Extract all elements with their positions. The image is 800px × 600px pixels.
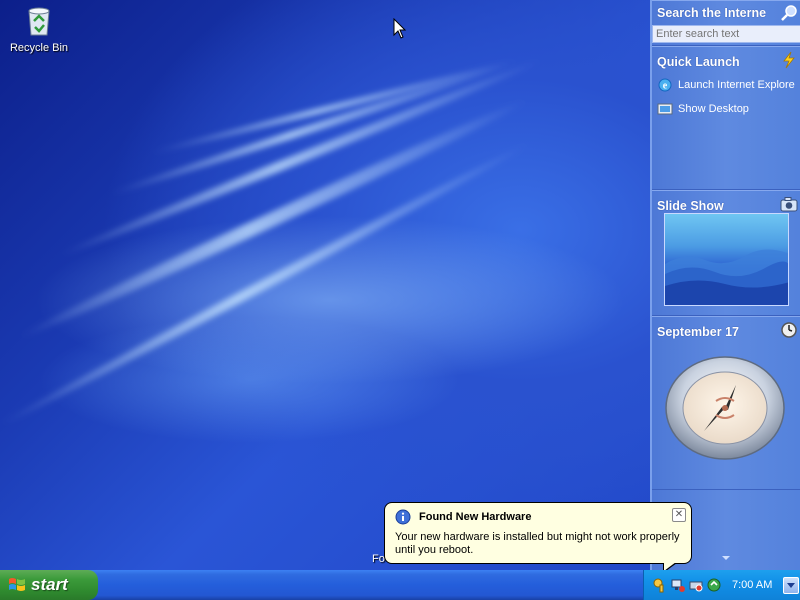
- sidebar-scroll-down-icon[interactable]: [722, 556, 730, 560]
- wallpaper-streak: [17, 93, 531, 344]
- slide-show-image[interactable]: [664, 213, 789, 306]
- search-tile: Search the Interne: [652, 0, 800, 46]
- clock-icon[interactable]: [780, 321, 798, 339]
- lightning-icon: [783, 51, 795, 69]
- internet-explorer-icon: e: [658, 78, 672, 92]
- clock-tile-title: September 17: [657, 325, 739, 339]
- camera-icon[interactable]: [780, 195, 798, 213]
- show-desktop-icon: [657, 103, 673, 115]
- security-icon[interactable]: [652, 577, 668, 593]
- start-label: start: [31, 575, 68, 594]
- slide-show-title: Slide Show: [657, 199, 724, 213]
- desktop-icon-label: Recycle Bin: [9, 42, 69, 54]
- obscured-text: Fo: [372, 553, 385, 565]
- info-icon: [395, 509, 411, 525]
- wallpaper-streak: [108, 60, 511, 198]
- mountain-photo: [665, 249, 788, 305]
- search-input[interactable]: [652, 25, 800, 43]
- slide-show-tile: Slide Show: [652, 190, 800, 316]
- windows-sidebar: Search the Interne Quick Launch e Launch…: [650, 0, 800, 570]
- sidebar-toggle-button[interactable]: [783, 577, 799, 594]
- search-tile-title: Search the Interne: [657, 6, 767, 20]
- quick-launch-item-internet-explorer[interactable]: e Launch Internet Explore: [657, 77, 795, 93]
- network-icon[interactable]: [670, 577, 686, 593]
- balloon-close-button[interactable]: ✕: [672, 508, 686, 522]
- hardware-icon[interactable]: [688, 577, 704, 593]
- wallpaper-streak: [58, 55, 545, 260]
- notification-balloon[interactable]: Found New Hardware ✕ Your new hardware i…: [384, 502, 692, 573]
- taskbar: start 7:00 AM: [0, 570, 800, 600]
- quick-launch-title: Quick Launch: [657, 55, 740, 69]
- desktop[interactable]: Recycle Bin Fo: [0, 0, 650, 570]
- system-tray: 7:00 AM: [643, 570, 800, 600]
- wallpaper-streak: [0, 138, 533, 430]
- quick-launch-label: Show Desktop: [678, 103, 749, 115]
- start-button[interactable]: start: [0, 570, 98, 600]
- quick-launch-label: Launch Internet Explore: [678, 79, 795, 91]
- windows-logo-icon: [9, 578, 25, 591]
- analog-clock[interactable]: [664, 355, 786, 461]
- search-icon[interactable]: [780, 4, 798, 22]
- mouse-cursor-icon: [393, 18, 407, 39]
- quick-launch-item-show-desktop[interactable]: Show Desktop: [657, 101, 749, 117]
- clock-tile: September 17: [652, 316, 800, 490]
- recycle-bin-icon: [28, 7, 50, 36]
- balloon-title: Found New Hardware: [419, 511, 532, 523]
- taskbar-clock[interactable]: 7:00 AM: [732, 579, 772, 591]
- svg-text:e: e: [663, 81, 668, 92]
- balloon-message: Your new hardware is installed but might…: [395, 531, 680, 556]
- update-icon[interactable]: [706, 577, 722, 593]
- quick-launch-tile: Quick Launch e Launch Internet Explore S…: [652, 46, 800, 190]
- desktop-icon-recycle-bin[interactable]: Recycle Bin: [6, 3, 72, 54]
